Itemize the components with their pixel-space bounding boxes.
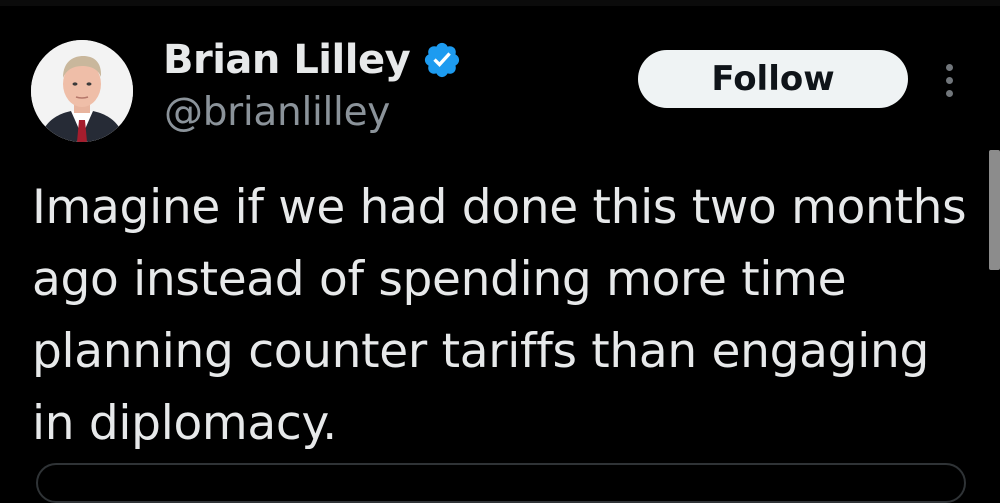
avatar-photo [31,40,133,142]
more-options-icon-dot [946,77,953,84]
top-divider [0,0,1000,6]
author-display-name[interactable]: Brian Lilley [163,37,411,83]
tweet-container: Brian Lilley @brianlilley Follow Imagine… [0,0,1000,503]
more-options-button[interactable] [936,60,962,100]
more-options-icon [946,64,953,71]
more-options-icon-dot [946,90,953,97]
author-handle[interactable]: @brianlilley [164,90,390,135]
tweet-text: Imagine if we had done this two months a… [32,180,967,451]
follow-button[interactable]: Follow [638,50,908,108]
avatar[interactable] [31,40,133,142]
quoted-card-edge[interactable] [36,463,966,503]
verified-badge-icon[interactable] [422,40,462,80]
author-name-row: Brian Lilley [163,34,462,86]
scrollbar-thumb[interactable] [989,150,1000,270]
